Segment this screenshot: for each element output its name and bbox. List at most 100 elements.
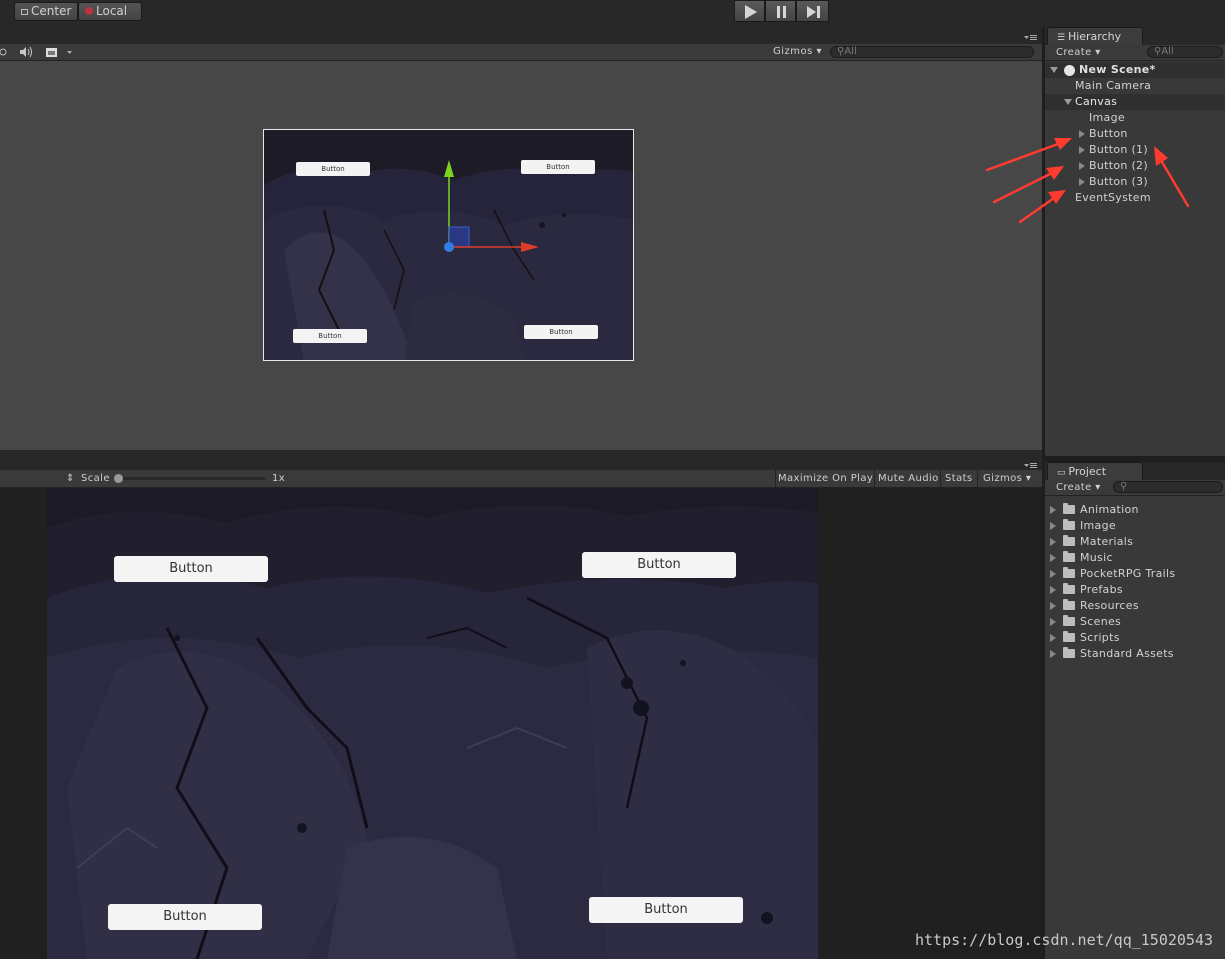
hierarchy-item-label: Main Camera — [1075, 79, 1152, 92]
folder-icon — [1063, 567, 1075, 578]
folder-icon — [1063, 583, 1075, 594]
project-folder-item[interactable]: Prefabs — [1045, 582, 1225, 598]
stats-toggle[interactable]: Stats — [945, 472, 973, 486]
scene-button-3[interactable]: Button — [293, 329, 367, 343]
project-search-input[interactable]: ⚲ — [1113, 481, 1223, 493]
hierarchy-panel: New Scene* Main Camera Canvas Image Butt… — [1045, 61, 1225, 456]
project-tab-label: Project — [1068, 465, 1107, 478]
hierarchy-search-placeholder: All — [1161, 46, 1174, 57]
collapsed-arrow-icon[interactable] — [1050, 650, 1056, 658]
game-button-3[interactable]: Button — [108, 904, 262, 930]
annotation-arrow-4 — [1160, 160, 1190, 208]
hierarchy-item-label: Image — [1089, 111, 1125, 124]
collapsed-arrow-icon[interactable] — [1050, 522, 1056, 530]
scene-gizmos-label: Gizmos — [773, 46, 813, 57]
expand-arrow-icon[interactable] — [1064, 99, 1072, 105]
project-folder-label: Animation — [1080, 503, 1139, 516]
scale-slider-handle[interactable] — [114, 474, 123, 483]
project-create-dropdown[interactable]: Create ▾ — [1056, 482, 1101, 493]
hierarchy-item-canvas[interactable]: Canvas — [1045, 94, 1225, 110]
collapsed-arrow-icon[interactable] — [1050, 554, 1056, 562]
game-panel-menu-icon[interactable] — [1024, 462, 1038, 470]
game-button-1[interactable]: Button — [114, 556, 268, 582]
tab-hierarchy[interactable]: ☰ Hierarchy — [1047, 27, 1143, 45]
project-folder-item[interactable]: Standard Assets — [1045, 646, 1225, 662]
expand-arrow-icon[interactable] — [1050, 67, 1058, 73]
play-button[interactable] — [734, 0, 765, 22]
pause-icon — [777, 6, 786, 18]
annotation-arrows — [985, 138, 1190, 224]
project-folder-item[interactable]: Animation — [1045, 502, 1225, 518]
project-folder-item[interactable]: Image — [1045, 518, 1225, 534]
project-panel: Animation Image Materials Music PocketRPG Tr… — [1045, 496, 1225, 959]
project-tab-bar: ▭ Project — [1045, 462, 1225, 480]
hierarchy-search-input[interactable]: ⚲All — [1147, 46, 1223, 58]
hierarchy-create-label: Create — [1056, 47, 1092, 58]
pause-button[interactable] — [765, 0, 796, 22]
tab-project[interactable]: ▭ Project — [1047, 462, 1143, 480]
folder-icon — [1063, 519, 1075, 530]
mute-audio-toggle[interactable]: Mute Audio — [878, 472, 939, 486]
collapsed-arrow-icon[interactable] — [1050, 618, 1056, 626]
folder-icon — [1063, 647, 1075, 658]
scene-toolbar: Gizmos ▾ ⚲All — [0, 44, 1042, 61]
scene-gizmos-dropdown[interactable]: Gizmos ▾ — [773, 46, 822, 57]
project-folder-item[interactable]: Resources — [1045, 598, 1225, 614]
hierarchy-tab-label: Hierarchy — [1067, 30, 1122, 43]
aspect-dropdown-icon[interactable]: ⇕ — [66, 472, 75, 486]
scale-value: 1x — [272, 473, 286, 484]
project-folder-item[interactable]: Scenes — [1045, 614, 1225, 630]
scene-search-input[interactable]: ⚲All — [830, 46, 1034, 58]
annotation-arrow-1 — [985, 142, 1060, 172]
project-folder-label: Scenes — [1080, 615, 1122, 628]
project-folder-label: Scripts — [1080, 631, 1120, 644]
annotation-arrow-2 — [992, 172, 1052, 204]
collapsed-arrow-icon[interactable] — [1050, 538, 1056, 546]
game-button-2[interactable]: Button — [582, 552, 736, 578]
collapsed-arrow-icon[interactable] — [1050, 506, 1056, 514]
maximize-on-play-toggle[interactable]: Maximize On Play — [778, 472, 873, 486]
project-folder-item[interactable]: Music — [1045, 550, 1225, 566]
project-folder-label: PocketRPG Trails — [1080, 567, 1176, 580]
project-folder-item[interactable]: PocketRPG Trails — [1045, 566, 1225, 582]
game-toolbar: ⇕ Scale 1x Maximize On Play Mute Audio S… — [0, 470, 1042, 488]
pivot-local-button[interactable]: Local — [78, 2, 142, 21]
scene-row[interactable]: New Scene* — [1045, 62, 1225, 78]
annotation-arrow-3 — [1018, 196, 1056, 224]
game-gizmos-dropdown[interactable]: Gizmos ▾ — [983, 472, 1031, 486]
play-icon — [745, 5, 757, 19]
project-folder-item[interactable]: Scripts — [1045, 630, 1225, 646]
project-create-label: Create — [1056, 482, 1092, 493]
main-toolbar: Center Local — [0, 0, 1225, 27]
project-folder-label: Prefabs — [1080, 583, 1123, 596]
hierarchy-create-dropdown[interactable]: Create ▾ — [1056, 47, 1101, 58]
transform-gizmo[interactable] — [439, 155, 559, 255]
local-space-icon — [85, 7, 93, 15]
project-folder-label: Materials — [1080, 535, 1134, 548]
hierarchy-item-main-camera[interactable]: Main Camera — [1045, 78, 1225, 94]
audio-toggle-icon[interactable] — [17, 46, 35, 58]
collapsed-arrow-icon[interactable] — [1050, 586, 1056, 594]
scale-label: Scale — [81, 473, 110, 484]
scene-button-1[interactable]: Button — [296, 162, 370, 176]
collapsed-arrow-icon[interactable] — [1050, 570, 1056, 578]
collapsed-arrow-icon[interactable] — [1050, 634, 1056, 642]
folder-icon — [1063, 551, 1075, 562]
effects-toggle-icon[interactable] — [45, 47, 75, 58]
pivot-center-button[interactable]: Center — [14, 2, 78, 21]
scale-slider[interactable] — [114, 474, 266, 483]
project-folder-item[interactable]: Materials — [1045, 534, 1225, 550]
game-button-4[interactable]: Button — [589, 897, 743, 923]
scene-search-placeholder: All — [844, 46, 857, 57]
lighting-toggle-icon[interactable] — [0, 46, 10, 58]
scene-canvas-preview[interactable]: Button Button Button Button — [263, 129, 634, 361]
hierarchy-item-image[interactable]: Image — [1045, 110, 1225, 126]
project-toolbar: Create ▾ ⚲ — [1045, 480, 1225, 496]
collapsed-arrow-icon[interactable] — [1050, 602, 1056, 610]
game-canvas[interactable]: Button Button Button Button — [47, 488, 818, 959]
scene-button-4[interactable]: Button — [524, 325, 598, 339]
folder-icon — [1063, 615, 1075, 626]
pivot-icon — [21, 9, 28, 15]
panel-menu-icon[interactable] — [1024, 34, 1038, 42]
step-button[interactable] — [796, 0, 829, 22]
